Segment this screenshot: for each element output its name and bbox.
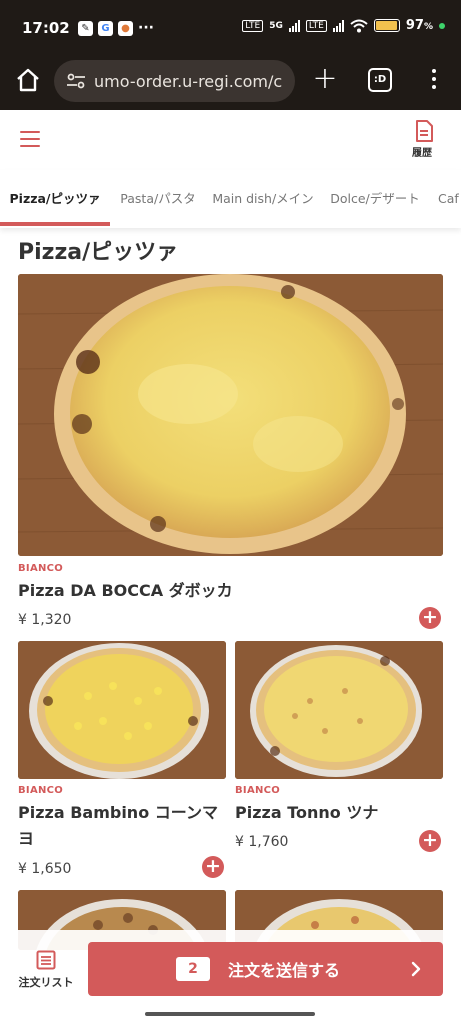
- status-bar: 17:02 ✎ G ● ··· LTE 5G LTE 97%: [0, 0, 461, 52]
- home-icon[interactable]: [14, 66, 42, 94]
- tab-cafe[interactable]: Caf: [430, 170, 461, 228]
- notification-icons: ✎ G ● ···: [78, 20, 154, 36]
- order-count-badge: 2: [176, 957, 210, 981]
- app-header: 履歴: [0, 110, 461, 170]
- product-price: ¥ 1,320: [18, 612, 72, 628]
- hamburger-menu-icon[interactable]: [20, 131, 40, 147]
- submit-order-button[interactable]: 2 注文を送信する: [88, 942, 443, 996]
- tab-pizza[interactable]: Pizza/ピッツァ: [0, 170, 110, 228]
- browser-menu-icon[interactable]: [424, 66, 444, 96]
- browser-toolbar: umo-order.u-regi.com/c + :D: [0, 52, 461, 110]
- network-type: 5G: [269, 20, 283, 31]
- signal-icon: [288, 19, 300, 32]
- new-tab-button[interactable]: +: [310, 64, 340, 94]
- tab-main-dish[interactable]: Main dish/メイン: [206, 170, 320, 228]
- privacy-dot: [439, 22, 445, 29]
- product-tag: BIANCO: [235, 785, 281, 796]
- more-notifications-icon: ···: [138, 20, 154, 36]
- add-to-cart-button[interactable]: +: [419, 607, 441, 629]
- order-list-button[interactable]: 注文リスト: [14, 950, 78, 990]
- tab-switcher-button[interactable]: :D: [368, 68, 392, 92]
- product-tag: BIANCO: [18, 785, 64, 796]
- category-tabs: Pizza/ピッツァ Pasta/パスタ Main dish/メイン Dolce…: [0, 170, 461, 228]
- active-tab-indicator: [0, 222, 110, 226]
- battery-icon: [373, 19, 400, 32]
- volte-icon-2: LTE: [305, 19, 327, 32]
- wrench-icon: ✎: [78, 20, 93, 36]
- order-bar: 注文リスト 2 注文を送信する: [0, 930, 461, 1010]
- submit-order-label: 注文を送信する: [228, 961, 341, 980]
- battery-percent: 97%: [405, 18, 433, 33]
- add-to-cart-button[interactable]: +: [419, 830, 441, 852]
- signal-icon-2: [332, 19, 344, 32]
- pizza-photo: [235, 641, 443, 779]
- tab-pasta[interactable]: Pasta/パスタ: [110, 170, 206, 228]
- url-text: umo-order.u-regi.com/c: [94, 71, 283, 91]
- product-image-bambino[interactable]: [18, 641, 226, 779]
- list-icon: [36, 950, 56, 970]
- product-price: ¥ 1,650: [18, 861, 72, 877]
- product-name[interactable]: Pizza Tonno ツナ: [235, 800, 435, 826]
- history-label: 履歴: [412, 148, 432, 159]
- section-title: Pizza/ピッツァ: [18, 240, 179, 265]
- gesture-bar[interactable]: [145, 1012, 315, 1016]
- google-icon: G: [98, 20, 113, 36]
- system-indicators: LTE 5G LTE 97%: [242, 18, 445, 33]
- product-name[interactable]: Pizza DA BOCCA ダボッカ: [18, 578, 418, 604]
- product-image-tonno[interactable]: [235, 641, 443, 779]
- history-button[interactable]: 履歴: [411, 120, 437, 159]
- product-name[interactable]: Pizza Bambino コーンマヨ: [18, 800, 218, 852]
- address-bar[interactable]: umo-order.u-regi.com/c: [54, 60, 295, 102]
- add-to-cart-button[interactable]: +: [202, 856, 224, 878]
- pizza-photo: [18, 641, 226, 779]
- site-settings-icon[interactable]: [66, 73, 86, 89]
- product-tag: BIANCO: [18, 563, 64, 574]
- product-image-da-bocca[interactable]: [18, 274, 443, 556]
- wifi-icon: [350, 19, 368, 32]
- tab-dolce[interactable]: Dolce/デザート: [320, 170, 430, 228]
- pizza-photo: [18, 274, 443, 556]
- receipt-icon: [416, 120, 433, 142]
- product-price: ¥ 1,760: [235, 834, 289, 850]
- app-icon: ●: [118, 20, 133, 36]
- chevron-right-icon: [411, 961, 421, 977]
- status-time: 17:02: [22, 19, 70, 37]
- volte-icon: LTE: [242, 19, 264, 32]
- order-list-label: 注文リスト: [18, 976, 74, 989]
